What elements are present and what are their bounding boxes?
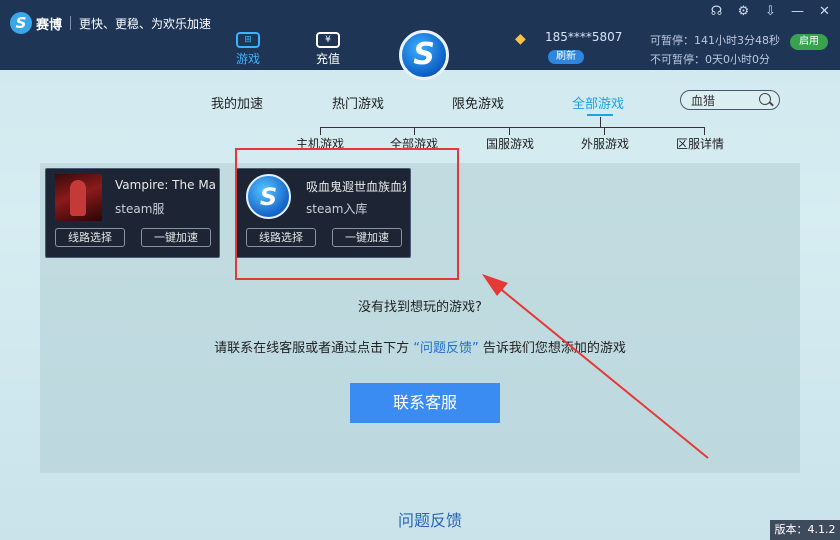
annotation-highlight-box	[235, 148, 459, 280]
tree-connector	[509, 127, 510, 135]
time-info: 可暂停：141小时3分48秒 不可暂停：0天0小时0分	[650, 31, 780, 69]
contact-instructions: 请联系在线客服或者通过点击下方 “问题反馈” 告诉我们您想添加的游戏	[40, 337, 800, 356]
nav-tab-games-label: 游戏	[235, 52, 260, 66]
window-controls: ☊ ⚙ ⇩ — ✕	[708, 3, 833, 20]
search-box[interactable]	[680, 90, 780, 110]
game-title: Vampire: The Ma	[115, 178, 215, 192]
subtab-foreign-server-games[interactable]: 外服游戏	[581, 135, 629, 152]
brand-divider	[70, 16, 72, 30]
subtab-server-details[interactable]: 区服详情	[676, 135, 724, 152]
tab-hot-games[interactable]: 热门游戏	[332, 93, 384, 112]
route-select-button[interactable]: 线路选择	[55, 228, 125, 247]
not-found-text: 没有找到想玩的游戏?	[358, 300, 482, 315]
title-bar: S 赛博 更快、更稳、为欢乐加速 ⊞ 游戏 ¥ 充值 S ◆ 185****58…	[0, 0, 840, 80]
vip-diamond-icon: ◆	[515, 31, 526, 47]
contact-feedback-link[interactable]: “问题反馈”	[413, 341, 478, 356]
contact-prefix: 请联系在线客服或者通过点击下方	[214, 341, 410, 356]
wallet-icon: ¥	[316, 32, 340, 48]
headset-icon[interactable]: ☊	[708, 3, 725, 20]
brand: S 赛博 更快、更稳、为欢乐加速	[10, 12, 211, 34]
feedback-link[interactable]: 问题反馈	[380, 507, 480, 531]
nav-tab-recharge[interactable]: ¥ 充值	[306, 32, 350, 67]
refresh-button[interactable]: 刷新	[548, 50, 584, 64]
brand-name: 赛博	[36, 17, 63, 33]
search-input[interactable]	[691, 92, 761, 108]
brand-slogan: 更快、更稳、为欢乐加速	[79, 16, 212, 31]
enable-button[interactable]: 启用	[790, 34, 828, 50]
game-card[interactable]: Vampire: The Ma steam服 线路选择 一键加速	[45, 168, 220, 258]
search-icon[interactable]	[759, 93, 771, 105]
close-icon[interactable]: ✕	[816, 3, 833, 20]
brand-logo-icon: S	[10, 12, 32, 34]
tab-free-games[interactable]: 限免游戏	[452, 93, 504, 112]
nav-tab-games[interactable]: ⊞ 游戏	[226, 32, 270, 67]
minimize-icon[interactable]: —	[789, 3, 806, 20]
pausable-time: 可暂停：141小时3分48秒	[650, 34, 780, 47]
nav-tab-recharge-label: 充值	[315, 52, 340, 66]
tree-connector	[320, 127, 705, 128]
subtab-cn-server-games[interactable]: 国服游戏	[486, 135, 534, 152]
tree-connector	[604, 127, 605, 135]
game-cover-image	[55, 174, 102, 221]
active-tab-indicator	[587, 114, 613, 116]
download-icon[interactable]: ⇩	[762, 3, 779, 20]
tree-connector	[704, 127, 705, 135]
center-logo-icon: S	[399, 30, 449, 80]
gamepad-icon: ⊞	[236, 32, 260, 48]
contact-service-button[interactable]: 联系客服	[350, 383, 500, 423]
tree-connector	[600, 117, 601, 127]
version-label: 版本：4.1.2	[770, 520, 840, 540]
tab-my-boost[interactable]: 我的加速	[211, 93, 263, 112]
gear-icon[interactable]: ⚙	[735, 3, 752, 20]
non-pausable-time: 不可暂停：0天0小时0分	[650, 53, 770, 66]
game-platform: steam服	[115, 202, 165, 216]
account-phone: 185****5807	[545, 30, 623, 44]
contact-suffix: 告诉我们您想添加的游戏	[482, 341, 626, 356]
one-click-boost-button[interactable]: 一键加速	[141, 228, 211, 247]
tree-connector	[320, 127, 321, 135]
tree-connector	[414, 127, 415, 135]
tab-all-games[interactable]: 全部游戏	[572, 93, 624, 112]
